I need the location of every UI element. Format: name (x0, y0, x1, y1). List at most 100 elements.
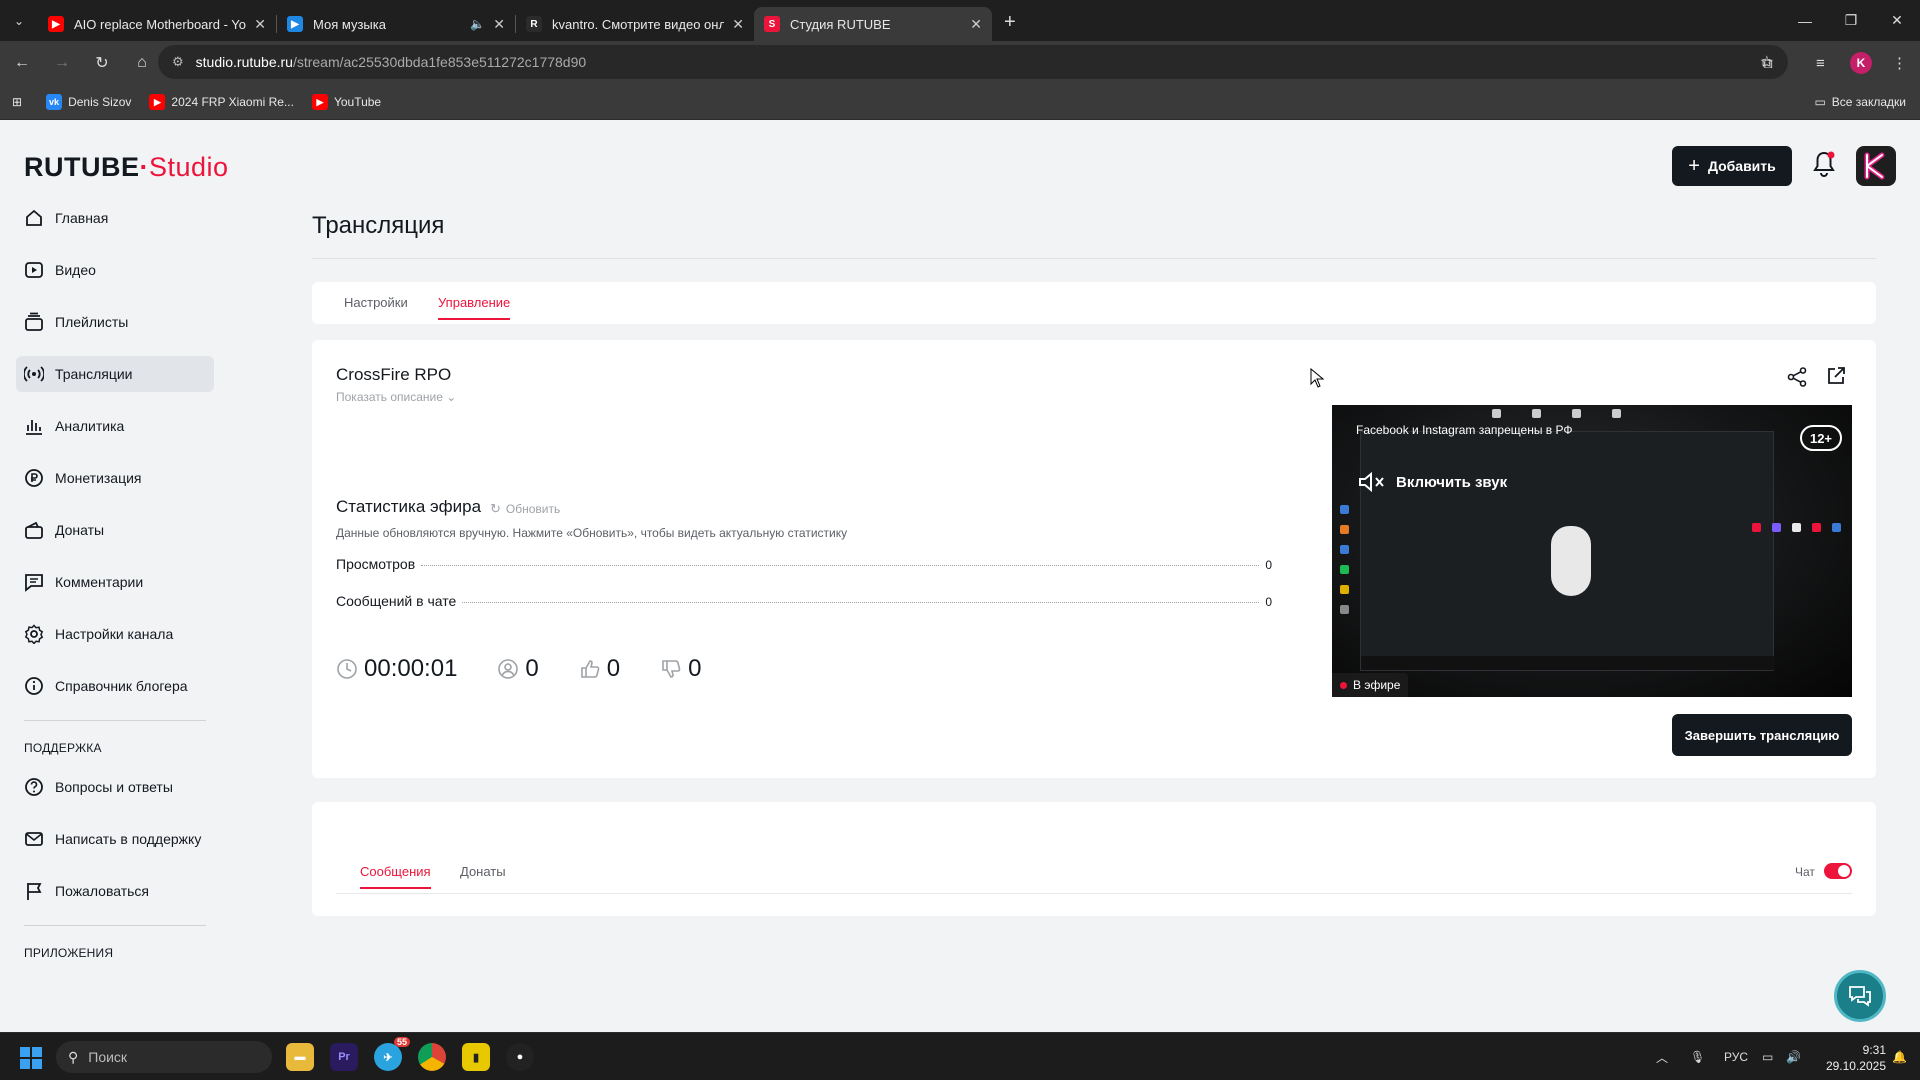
close-tab-icon[interactable]: ✕ (254, 16, 266, 33)
plus-icon: + (1688, 154, 1700, 177)
language-indicator[interactable]: РУС (1724, 1033, 1748, 1080)
share-icon[interactable] (1786, 366, 1808, 388)
refresh-button[interactable]: ↻ Обновить (490, 501, 560, 517)
forward-icon[interactable]: → (44, 45, 80, 81)
bookmark-denis-sizov[interactable]: vk Denis Sizov (46, 94, 131, 110)
browser-menu-icon[interactable]: ⋮ (1892, 41, 1907, 85)
preview-desktop-icon (1340, 565, 1349, 574)
tab-search-button[interactable]: ⌄ (0, 0, 38, 41)
chat-divider (336, 893, 1852, 894)
unmute-button[interactable]: Включить звук (1358, 471, 1507, 493)
tray-overflow-icon[interactable]: ︿ (1656, 1033, 1668, 1080)
taskbar-clock[interactable]: 9:31 29.10.2025 (1808, 1042, 1886, 1074)
windows-start-icon[interactable] (20, 1047, 42, 1069)
tab-messages[interactable]: Сообщения (360, 864, 431, 889)
tab-management[interactable]: Управление (438, 295, 511, 320)
chat-bubble-icon (1849, 986, 1871, 1007)
all-bookmarks-button[interactable]: ▭ Все закладки (1814, 95, 1906, 109)
media-control-icon[interactable]: ≡ (1816, 41, 1825, 85)
tab-settings[interactable]: Настройки (344, 295, 408, 310)
sidebar-item-comments[interactable]: Комментарии (16, 564, 214, 600)
sidebar-item-channel-settings[interactable]: Настройки канала (16, 616, 214, 652)
close-window-icon[interactable]: ✕ (1874, 0, 1920, 41)
browser-tab-kvantro[interactable]: R kvantro. Смотрите видео онла ✕ (516, 7, 754, 41)
profile-button[interactable]: K (1850, 41, 1872, 85)
sidebar-item-playlists[interactable]: Плейлисты (16, 304, 214, 340)
volume-icon[interactable]: 🔊 (1786, 1033, 1801, 1080)
sidebar-item-faq[interactable]: Вопросы и ответы (16, 769, 214, 805)
site-info-icon[interactable]: ⚙ (172, 54, 184, 70)
preview-desktop-icon (1340, 525, 1349, 534)
show-description-toggle[interactable]: Показать описание ⌄ (336, 390, 456, 404)
chat-toggle[interactable] (1824, 863, 1852, 879)
close-tab-icon[interactable]: ✕ (493, 16, 505, 33)
network-icon[interactable]: ▭ (1762, 1033, 1773, 1080)
live-dot (1340, 681, 1347, 689)
rutube-studio-logo[interactable]: RUTUBE·Studio (24, 152, 229, 183)
help-chat-button[interactable] (1834, 970, 1886, 1022)
chrome-icon[interactable] (418, 1043, 446, 1071)
end-stream-button[interactable]: Завершить трансляцию (1672, 714, 1852, 756)
taskbar-search[interactable]: ⚲ Поиск (56, 1041, 272, 1073)
minimize-icon[interactable]: — (1782, 0, 1828, 41)
flag-icon (27, 883, 42, 900)
apps-grid-icon[interactable]: ⊞ (12, 95, 22, 109)
browser-tab-studio[interactable]: S Студия RUTUBE ✕ (754, 7, 992, 41)
support-heading: ПОДДЕРЖКА (24, 741, 102, 755)
tab-donates[interactable]: Донаты (460, 864, 506, 879)
bookmark-youtube[interactable]: ▶ YouTube (311, 94, 381, 110)
rutube-studio-icon: S (764, 16, 780, 32)
sidebar-item-write-support[interactable]: Написать в поддержку (16, 821, 214, 857)
notifications-icon[interactable]: 🔔 (1892, 1033, 1907, 1080)
restore-icon[interactable]: ❐ (1828, 0, 1874, 41)
sidebar-item-broadcasts[interactable]: Трансляции (16, 356, 214, 392)
extensions-icon[interactable]: ⧉ (1762, 41, 1773, 85)
browser-tab-music[interactable]: ▶ Моя музыка 🔈 ✕ (277, 7, 515, 41)
premiere-icon[interactable]: Pr (330, 1043, 358, 1071)
home-icon (26, 209, 42, 226)
bookmark-frp-xiaomi[interactable]: ▶ 2024 FRP Xiaomi Re... (149, 94, 294, 110)
file-explorer-icon[interactable]: ▬ (286, 1043, 314, 1071)
open-external-icon[interactable] (1826, 366, 1846, 386)
likes-metric: 0 (579, 655, 620, 683)
bell-icon[interactable] (1812, 150, 1836, 178)
stream-title: CrossFire RPO (336, 365, 452, 384)
sidebar: Главная Видео Плейлисты Трансляции Анали… (16, 200, 214, 974)
add-button-label: Добавить (1707, 158, 1776, 174)
preview-desktop-icon (1340, 585, 1349, 594)
sidebar-item-report[interactable]: Пожаловаться (16, 873, 214, 909)
apps-heading: ПРИЛОЖЕНИЯ (24, 946, 114, 960)
sidebar-item-monetization[interactable]: Монетизация (16, 460, 214, 496)
app-icon[interactable]: ▮ (462, 1043, 490, 1071)
obs-icon[interactable]: ● (506, 1043, 534, 1071)
sidebar-item-donates[interactable]: Донаты (16, 512, 214, 548)
sidebar-item-label: Аналитика (55, 418, 125, 434)
add-button[interactable]: + Добавить (1672, 146, 1792, 186)
broadcast-icon (24, 366, 44, 382)
close-tab-icon[interactable]: ✕ (970, 16, 982, 33)
sidebar-item-home[interactable]: Главная (16, 200, 214, 236)
preview-desktop-icon (1340, 505, 1349, 514)
browser-tab-youtube[interactable]: ▶ AIO replace Motherboard - You ✕ (38, 7, 276, 41)
new-tab-button[interactable]: + (1004, 11, 1016, 34)
channel-avatar[interactable] (1856, 146, 1896, 186)
home-nav-icon[interactable]: ⌂ (124, 45, 160, 81)
preview-desktop-icon (1340, 605, 1349, 614)
dislikes-value: 0 (688, 655, 702, 682)
preview-desktop-icon (1340, 545, 1349, 554)
stream-preview-player[interactable]: Facebook и Instagram запрещены в РФ 12+ … (1332, 405, 1852, 697)
preview-desktop-icon (1532, 409, 1541, 418)
url-field[interactable]: ⚙ studio.rutube.ru/stream/ac25530dbda1fe… (158, 45, 1788, 79)
sidebar-item-blogger-guide[interactable]: Справочник блогера (16, 668, 214, 704)
playlist-icon (25, 312, 43, 331)
sidebar-item-analytics[interactable]: Аналитика (16, 408, 214, 444)
close-tab-icon[interactable]: ✕ (732, 16, 744, 33)
telegram-icon[interactable]: ✈ 55 (374, 1037, 410, 1071)
microphone-icon[interactable]: 🎙 (1690, 1033, 1705, 1080)
reload-icon[interactable]: ↻ (84, 45, 120, 81)
back-icon[interactable]: ← (4, 45, 40, 81)
preview-desktop-icon (1612, 409, 1621, 418)
sidebar-item-video[interactable]: Видео (16, 252, 214, 288)
speaker-icon[interactable]: 🔈 (470, 17, 485, 31)
logo-sub: Studio (149, 152, 229, 182)
